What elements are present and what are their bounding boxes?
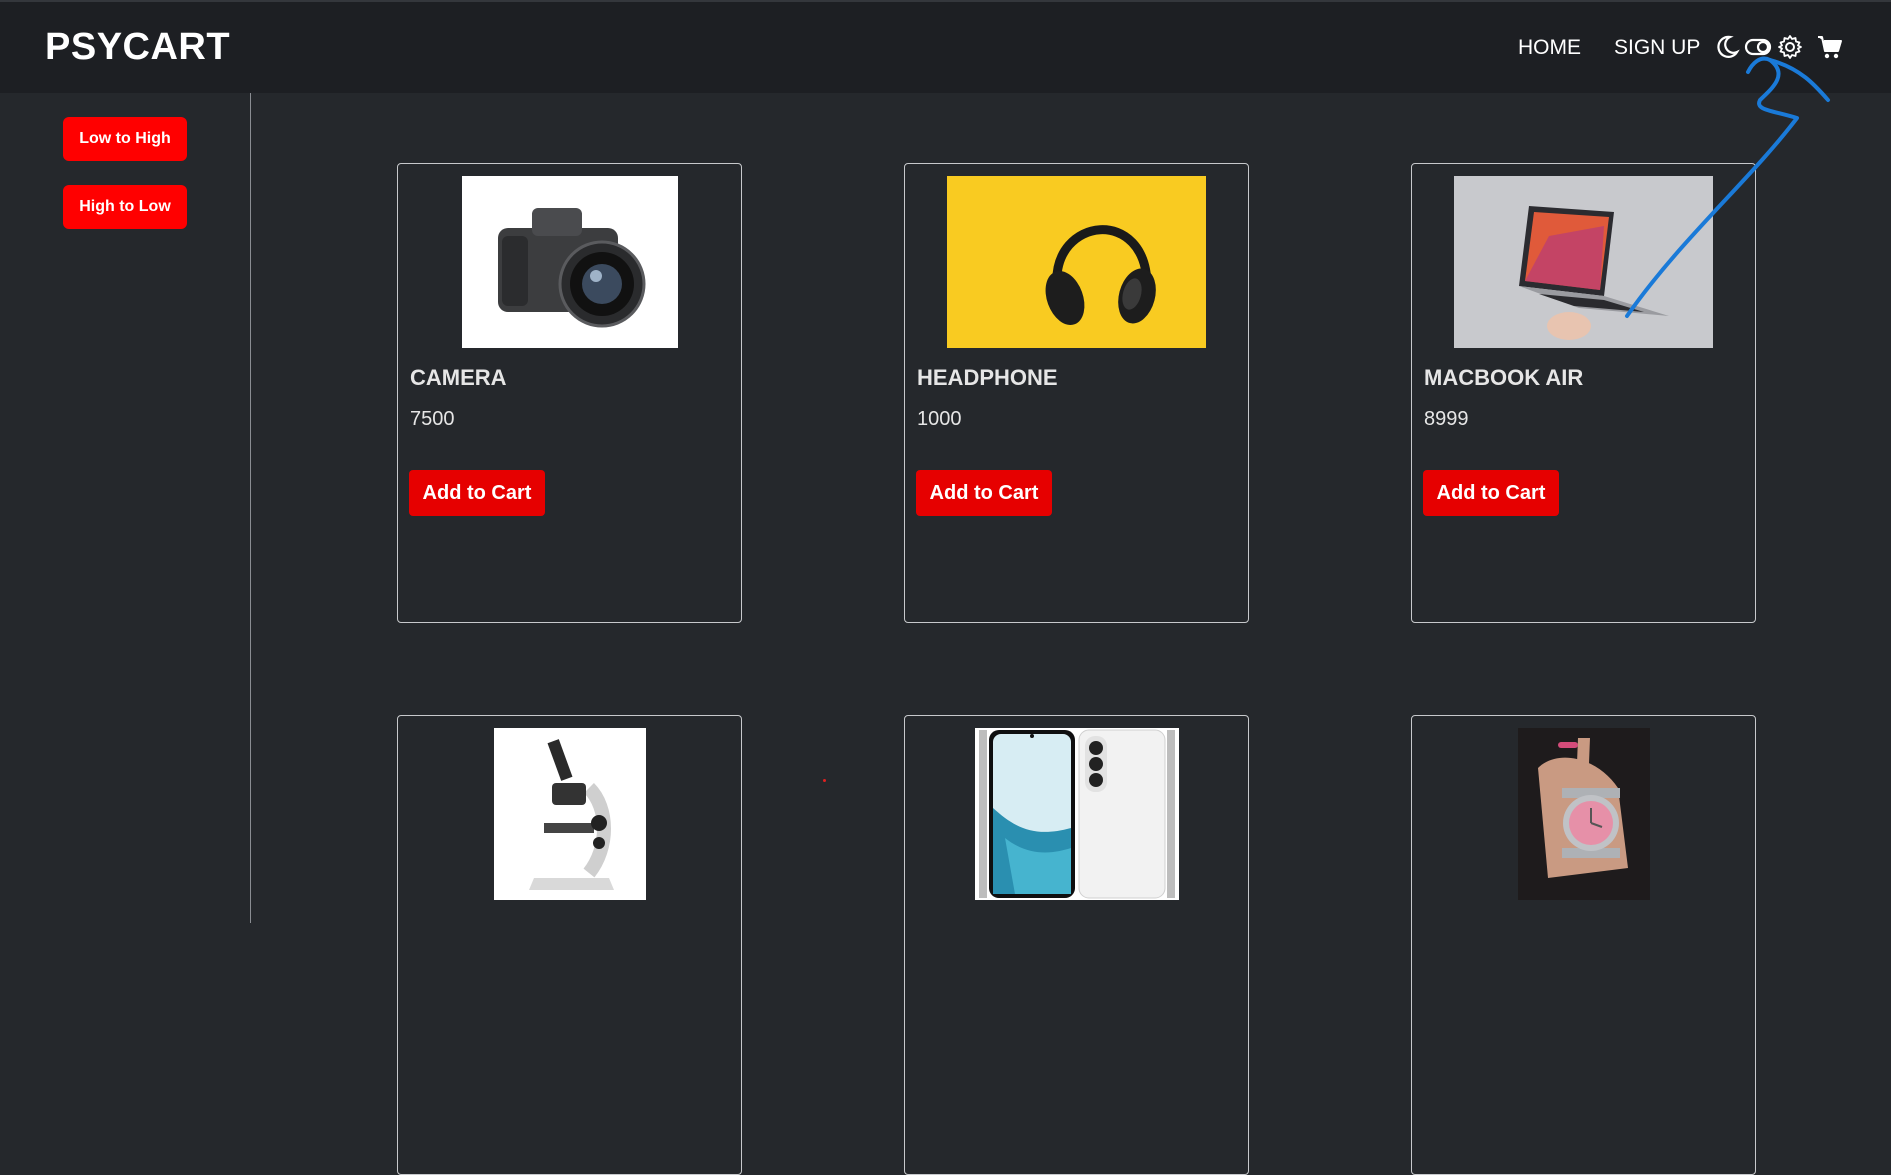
cart-icon[interactable] bbox=[1817, 34, 1843, 60]
microscope-image bbox=[493, 728, 646, 900]
product-card: CAMERA 7500 Add to Cart bbox=[397, 163, 742, 623]
product-card bbox=[904, 715, 1249, 1175]
gear-icon[interactable] bbox=[1777, 34, 1803, 60]
product-card bbox=[397, 715, 742, 1175]
product-price: 1000 bbox=[917, 408, 962, 430]
sidebar: Low to High High to Low bbox=[0, 93, 251, 923]
add-to-cart-button[interactable]: Add to Cart bbox=[409, 470, 545, 516]
nav-signup-link[interactable]: SIGN UP bbox=[1614, 36, 1700, 60]
product-name: HEADPHONE bbox=[917, 365, 1058, 390]
product-card: HEADPHONE 1000 Add to Cart bbox=[904, 163, 1249, 623]
product-card bbox=[1411, 715, 1756, 1175]
wristwatch-image bbox=[1517, 728, 1650, 900]
add-to-cart-button[interactable]: Add to Cart bbox=[916, 470, 1052, 516]
product-name: CAMERA bbox=[410, 365, 507, 390]
laptop-image bbox=[1454, 176, 1713, 348]
product-name: MACBOOK AIR bbox=[1424, 365, 1584, 390]
sort-low-to-high-button[interactable]: Low to High bbox=[63, 117, 187, 161]
navbar: PSYCART HOME SIGN UP bbox=[0, 0, 1891, 93]
product-price: 8999 bbox=[1424, 408, 1469, 430]
add-to-cart-button[interactable]: Add to Cart bbox=[1423, 470, 1559, 516]
brand-logo[interactable]: PSYCART bbox=[45, 26, 230, 69]
sort-high-to-low-button[interactable]: High to Low bbox=[63, 185, 187, 229]
toggle-icon[interactable] bbox=[1744, 34, 1772, 60]
red-dot-marker bbox=[823, 779, 826, 782]
smartphone-image bbox=[974, 728, 1179, 900]
headphone-image bbox=[947, 176, 1206, 348]
product-price: 7500 bbox=[410, 408, 455, 430]
nav-home-link[interactable]: HOME bbox=[1518, 36, 1581, 60]
camera-image bbox=[461, 176, 678, 348]
moon-icon[interactable] bbox=[1714, 34, 1740, 60]
product-card: MACBOOK AIR 8999 Add to Cart bbox=[1411, 163, 1756, 623]
